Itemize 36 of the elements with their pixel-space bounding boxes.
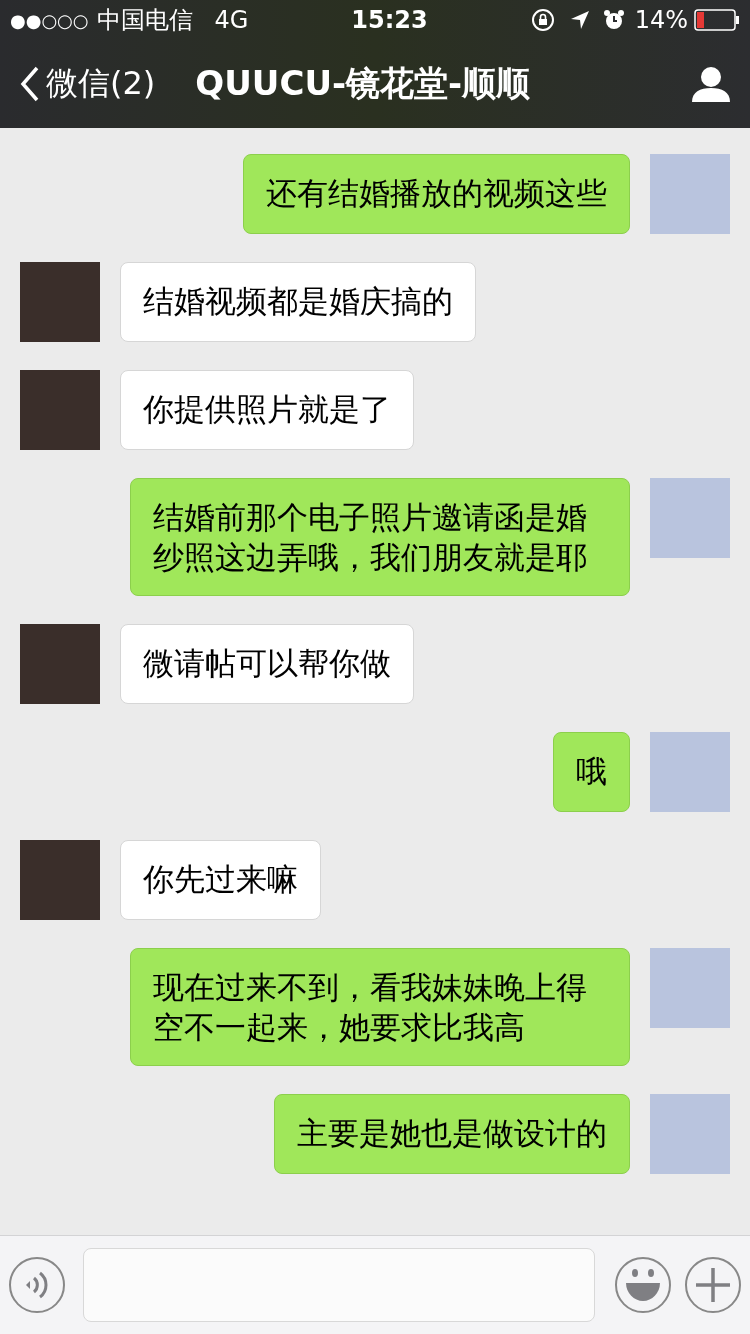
message-bubble: 现在过来不到，看我妹妹晚上得空不一起来，她要求比我高	[130, 948, 630, 1066]
message-input-field[interactable]	[83, 1248, 595, 1322]
rotation-lock-icon	[530, 8, 555, 32]
avatar-photo-placeholder[interactable]	[650, 1094, 730, 1174]
clock-time: 15:23	[351, 6, 428, 34]
avatar-photo-placeholder[interactable]	[20, 840, 100, 920]
message-bubble: 结婚前那个电子照片邀请函是婚纱照这边弄哦，我们朋友就是耶	[130, 478, 630, 596]
message-bubble: 主要是她也是做设计的	[274, 1094, 630, 1174]
avatar-photo-placeholder[interactable]	[650, 732, 730, 812]
message-bubble: 还有结婚播放的视频这些	[243, 154, 630, 234]
carrier-name: 中国电信	[96, 5, 193, 36]
message-bubble: 你提供照片就是了	[120, 370, 414, 450]
signal-dots: ●●○○○	[10, 9, 89, 31]
avatar-photo-placeholder[interactable]	[20, 370, 100, 450]
alarm-clock-icon	[602, 9, 625, 31]
person-icon[interactable]	[692, 66, 730, 102]
message-bubble: 结婚视频都是婚庆搞的	[120, 262, 476, 342]
message-bubble: 你先过来嘛	[120, 840, 321, 920]
smiley-icon	[623, 1267, 663, 1303]
avatar-photo-placeholder[interactable]	[20, 262, 100, 342]
avatar-photo-placeholder[interactable]	[650, 478, 730, 558]
emoji-button[interactable]	[615, 1257, 671, 1313]
message-bubble: 哦	[553, 732, 630, 812]
network-type: 4G	[214, 6, 249, 34]
avatar-photo-placeholder[interactable]	[650, 948, 730, 1028]
message-bubble: 微请帖可以帮你做	[120, 624, 414, 704]
plus-icon	[696, 1268, 730, 1302]
avatar-photo-placeholder[interactable]	[20, 624, 100, 704]
chat-title: QUUCU-镜花堂-顺顺	[195, 62, 531, 105]
plus-button[interactable]	[685, 1257, 741, 1313]
battery-icon	[694, 9, 740, 31]
battery-percent: 14%	[634, 6, 688, 34]
chevron-left-icon	[20, 66, 40, 102]
back-button[interactable]: 微信(2)	[20, 62, 156, 106]
voice-button[interactable]	[9, 1257, 65, 1313]
avatar-photo-placeholder[interactable]	[650, 154, 730, 234]
